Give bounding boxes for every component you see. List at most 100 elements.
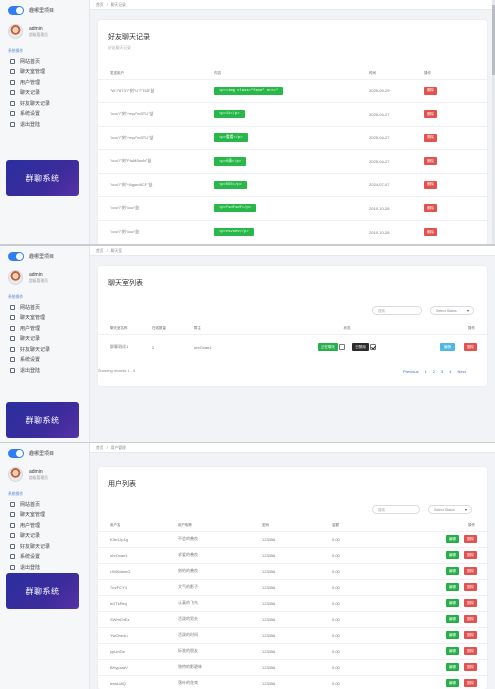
sidebar-item-label: 退出登陆 — [20, 121, 41, 128]
users-card: 用户列表 搜索 Select Status 用户名 用户昵称 密码 金额 操作 … — [98, 467, 487, 689]
edit-button[interactable]: 编辑 — [445, 663, 459, 671]
pager-page-2[interactable]: 2 — [433, 369, 435, 374]
delete-button[interactable]: 删除 — [464, 631, 477, 639]
menu-toggle-icon[interactable] — [8, 448, 24, 458]
delete-button[interactable]: 删除 — [424, 86, 437, 95]
brand: 趣哪里项目 — [0, 0, 89, 20]
sidebar-item-label: 网站首页 — [20, 501, 41, 508]
sidebar-item-logout[interactable]: 退出登陆 — [0, 365, 89, 376]
sidebar-item-logout[interactable]: 退出登陆 — [0, 119, 89, 130]
delete-button[interactable]: 删除 — [464, 615, 477, 623]
delete-button[interactable]: 删除 — [464, 679, 477, 688]
page-title: 聊天室列表 — [108, 280, 143, 287]
sidebar-item-settings[interactable]: 系统设置 — [0, 552, 89, 563]
delete-button[interactable]: 删除 — [424, 157, 437, 166]
edit-button[interactable]: 编辑 — [445, 679, 459, 688]
delete-button[interactable]: 删除 — [464, 551, 477, 559]
sidebar-item-chatrooms[interactable]: 聊天室管理 — [0, 313, 89, 324]
search-input[interactable]: 搜索 — [372, 505, 420, 514]
breadcrumb-separator: / — [106, 3, 108, 7]
sidebar-item-home[interactable]: 网站首页 — [0, 56, 89, 67]
sidebar-item-label: 聊天记录 — [20, 90, 41, 97]
edit-button[interactable]: 编辑 — [445, 631, 459, 639]
money-cell: 0.00 — [330, 578, 420, 595]
edit-button[interactable]: 编辑 — [445, 583, 459, 591]
delete-button[interactable]: 删除 — [464, 343, 477, 352]
sidebar-item-friend-records[interactable]: 好友聊天记录 — [0, 541, 89, 552]
delete-button[interactable]: 删除 — [464, 647, 477, 655]
table-row: uhrOxae1 求爱的善良 123456 0.00 编辑 删除 — [98, 546, 487, 563]
group-chat-banner[interactable]: 群聊系统 — [6, 573, 79, 609]
delete-button[interactable]: 删除 — [464, 599, 477, 607]
pager-page-3[interactable]: 3 — [441, 369, 443, 374]
status-checkbox-2[interactable] — [369, 343, 376, 350]
sidebar-item-settings[interactable]: 系统设置 — [0, 355, 89, 366]
sidebar-item-users[interactable]: 用户管理 — [0, 520, 89, 531]
sidebar-item-logout[interactable]: 退出登陆 — [0, 562, 89, 573]
delete-button[interactable]: 删除 — [424, 110, 437, 119]
edit-button[interactable]: 编辑 — [445, 615, 459, 623]
home-icon — [10, 304, 15, 310]
edit-button[interactable]: 编辑 — [445, 647, 459, 655]
sidebar-item-chat-records[interactable]: 聊天记录 — [0, 88, 89, 99]
group-chat-banner[interactable]: 群聊系统 — [6, 160, 79, 196]
menu-toggle-icon[interactable] — [8, 251, 24, 261]
sidebar-item-friend-records[interactable]: 好友聊天记录 — [0, 344, 89, 355]
user-name: admin — [29, 271, 43, 278]
search-input[interactable]: 搜索 — [372, 306, 422, 315]
message-content-tag: <p><img class="face" src=" — [214, 86, 284, 95]
status-disabled-badge[interactable]: 已禁用 — [352, 343, 369, 352]
delete-button[interactable]: 删除 — [424, 133, 437, 142]
home-icon — [10, 501, 15, 507]
avatar[interactable] — [8, 467, 23, 482]
username-cell: hGTkRinj — [98, 594, 176, 611]
menu-toggle-icon[interactable] — [8, 5, 24, 15]
table-row: K3e1Jp1g 不会的善良 123456 0.00 编辑 删除 — [98, 530, 487, 547]
sidebar-item-users[interactable]: 用户管理 — [0, 77, 89, 88]
money-cell: 0.00 — [330, 626, 420, 643]
breadcrumb-home[interactable]: 首页 — [96, 249, 104, 253]
action-cell: 编辑 删除 — [420, 578, 487, 595]
status-checkbox-1[interactable] — [339, 343, 346, 350]
sidebar-item-home[interactable]: 网站首页 — [0, 499, 89, 510]
delete-button[interactable]: 删除 — [464, 663, 477, 671]
edit-button[interactable]: 编辑 — [445, 535, 459, 543]
sender-cell: "coo"/"刻"coo"益 — [98, 196, 212, 220]
sidebar-item-chat-records[interactable]: 聊天记录 — [0, 334, 89, 345]
breadcrumb-home[interactable]: 首页 — [96, 446, 104, 450]
sidebar-item-home[interactable]: 网站首页 — [0, 302, 89, 313]
edit-button[interactable]: 编辑 — [445, 599, 459, 607]
delete-button[interactable]: 删除 — [464, 535, 477, 543]
group-chat-banner[interactable]: 群聊系统 — [6, 402, 79, 438]
username-cell: K3e1Jp1g — [98, 530, 176, 547]
status-select[interactable]: Select Status — [428, 505, 472, 514]
delete-button[interactable]: 删除 — [424, 180, 437, 189]
delete-button[interactable]: 删除 — [424, 228, 437, 236]
breadcrumb-home[interactable]: 首页 — [96, 3, 104, 7]
sidebar-item-chatrooms[interactable]: 聊天室管理 — [0, 67, 89, 78]
gear-icon — [10, 357, 15, 363]
pager-page-1[interactable]: 1 — [425, 369, 427, 374]
edit-button[interactable]: 编辑 — [439, 343, 455, 352]
user-profile: admin 超级管理员 — [0, 463, 89, 486]
records-table: 发送用户 内容 时间 操作 "W"/"673"/"刻"U"/"T65"益 <p><… — [98, 69, 487, 244]
delete-button[interactable]: 删除 — [464, 583, 477, 591]
sidebar-item-chat-records[interactable]: 聊天记录 — [0, 531, 89, 542]
sidebar-item-friend-records[interactable]: 好友聊天记录 — [0, 98, 89, 109]
delete-button[interactable]: 删除 — [424, 204, 437, 213]
pager-next[interactable]: Next — [458, 369, 466, 374]
table-header: 用户名 用户昵称 密码 金额 操作 — [98, 521, 487, 531]
avatar[interactable] — [8, 270, 23, 285]
sidebar-item-chatrooms[interactable]: 聊天室管理 — [0, 510, 89, 521]
delete-button[interactable]: 删除 — [464, 567, 477, 575]
edit-button[interactable]: 编辑 — [445, 567, 459, 575]
edit-button[interactable]: 编辑 — [445, 551, 459, 559]
avatar[interactable] — [8, 24, 23, 39]
sidebar-item-settings[interactable]: 系统设置 — [0, 109, 89, 120]
status-select[interactable]: Select Status — [430, 306, 474, 315]
status-chatting-badge[interactable]: 正在聊天 — [318, 343, 339, 352]
pager-page-4[interactable]: 4 — [449, 369, 451, 374]
col-header-nickname: 用户昵称 — [178, 523, 192, 528]
pager-previous[interactable]: Previous — [403, 369, 419, 374]
sidebar-item-users[interactable]: 用户管理 — [0, 323, 89, 334]
